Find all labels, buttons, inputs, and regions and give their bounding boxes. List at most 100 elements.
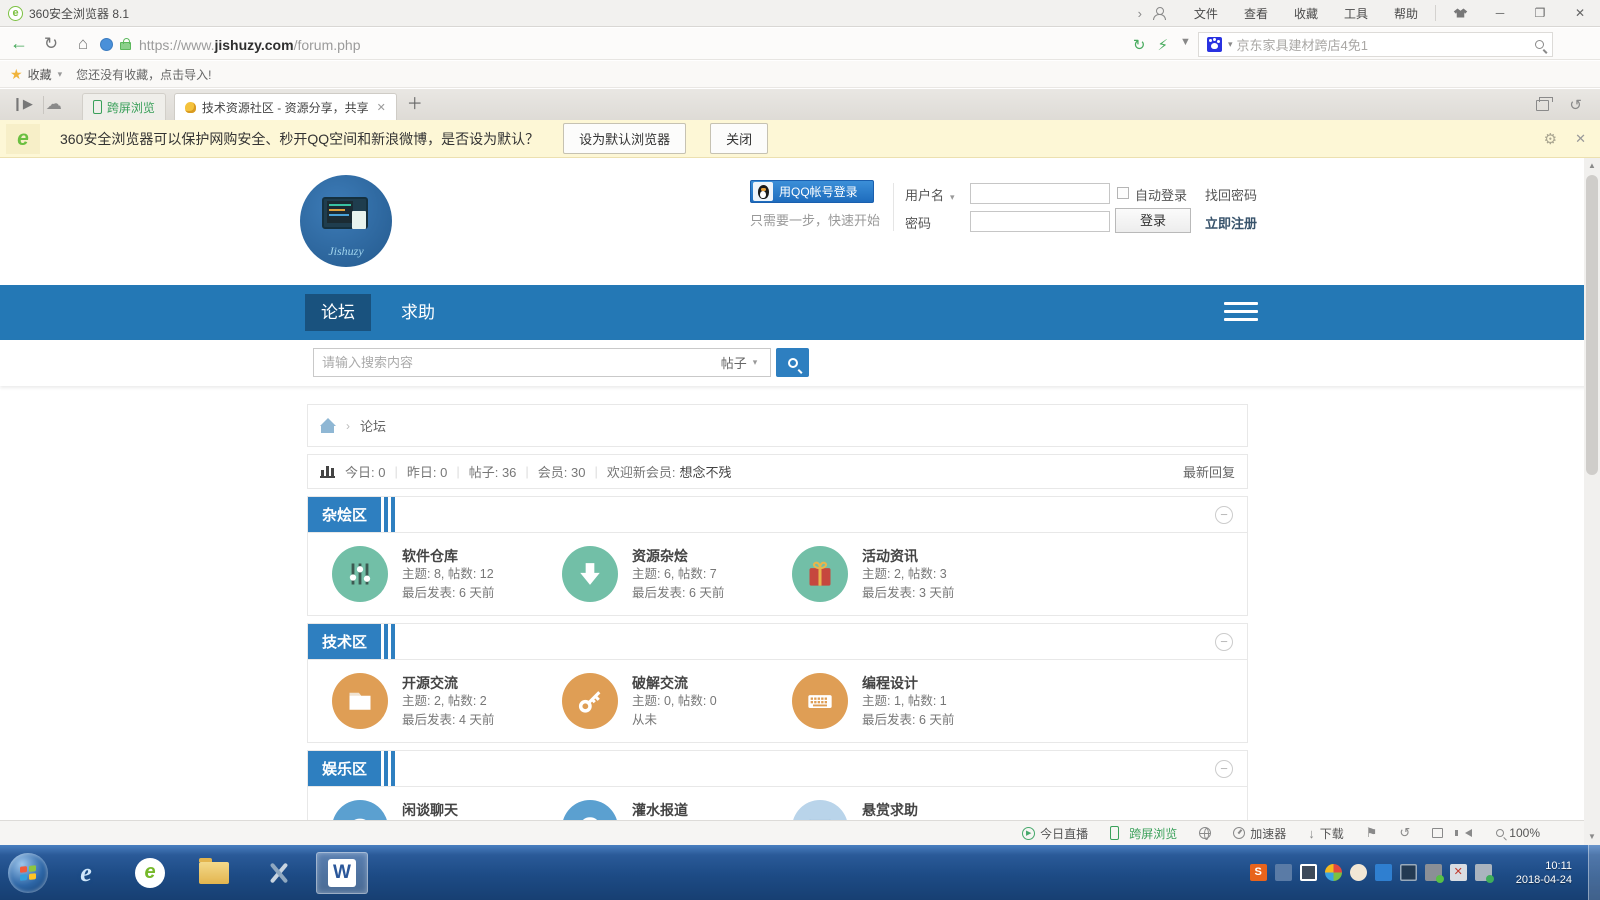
cross-screen-button[interactable]: 跨屏浏览 [1110,825,1177,842]
address-bar[interactable]: https://www.jishuzy.com/forum.php ↻ ⚡ [100,32,1176,57]
user-account-icon[interactable] [1152,7,1165,20]
menu-file[interactable]: 文件 [1181,0,1231,26]
latest-reply-link[interactable]: 最新回复 [1183,462,1235,481]
nav-help[interactable]: 求助 [393,294,443,331]
favorites-label[interactable]: 收藏 [28,66,52,83]
browser-search-box[interactable]: ▾ 京东家具建材跨店4免1 [1198,32,1553,57]
username-field[interactable] [970,183,1110,204]
notification-close-button[interactable]: 关闭 [710,123,768,154]
section-badge[interactable]: 技术区 [308,624,381,659]
forum-cell[interactable]: 开源交流 主题: 2, 帖数: 2 最后发表: 4 天前 [332,673,562,729]
forum-title[interactable]: 悬赏求助 [862,801,918,819]
tab-list-icon[interactable]: ❙▶ [12,96,33,112]
forum-cell[interactable]: 闲谈聊天 [332,800,562,820]
taskbar-ie-button[interactable]: e [60,852,112,894]
section-badge[interactable]: 杂烩区 [308,497,381,532]
forum-search-input[interactable] [313,348,709,377]
sogou-tray-icon[interactable]: S [1250,864,1267,881]
tab-cross-screen[interactable]: 跨屏浏览 [82,93,166,120]
search-scope-select[interactable]: 帖子 ▾ [708,348,771,377]
collapse-section-icon[interactable]: − [1215,760,1233,778]
security-lock-tray-icon[interactable] [1425,864,1442,881]
forum-title[interactable]: 资源杂烩 [632,547,724,565]
window-mode-button[interactable] [1432,828,1443,838]
close-button[interactable]: ✕ [1560,0,1600,26]
hamburger-menu-icon[interactable] [1224,302,1258,322]
accelerator-button[interactable]: 加速器 [1233,825,1286,842]
restore-button[interactable]: ❐ [1520,0,1560,26]
forum-cell[interactable]: 灌水报道 [562,800,792,820]
forum-title[interactable]: 活动资讯 [862,547,954,565]
thunder-tray-icon[interactable] [1375,864,1392,881]
search-engine-dropdown-icon[interactable]: ▾ [1228,39,1233,50]
start-button[interactable] [8,853,48,893]
find-password-link[interactable]: 找回密码 [1205,185,1257,204]
proxy-globe-button[interactable] [1199,827,1211,839]
forum-title[interactable]: 破解交流 [632,674,717,692]
password-field[interactable] [970,211,1110,232]
site-logo[interactable]: Jishuzy [300,175,392,267]
forum-title[interactable]: 灌水报道 [632,801,688,819]
show-desktop-button[interactable] [1588,845,1600,900]
skin-button[interactable] [1440,0,1480,26]
history-button[interactable]: ↺ [1399,825,1410,841]
auto-login-checkbox[interactable] [1117,187,1129,199]
scroll-up-icon[interactable]: ▲ [1584,158,1600,174]
collapse-section-icon[interactable]: − [1215,506,1233,524]
newest-member-link[interactable]: 想念不残 [680,462,732,481]
reopen-closed-tab-icon[interactable]: ↺ [1569,96,1582,114]
menu-help[interactable]: 帮助 [1381,0,1431,26]
taskbar-explorer-button[interactable] [188,852,240,894]
section-badge[interactable]: 娱乐区 [308,751,381,786]
username-type-caret-icon[interactable]: ▾ [950,192,955,202]
taskbar-clock[interactable]: 10:11 2018-04-24 [1516,859,1572,887]
forum-cell[interactable]: 资源杂烩 主题: 6, 帖数: 7 最后发表: 6 天前 [562,546,792,602]
zoom-control[interactable]: 100% [1496,826,1540,840]
set-default-browser-button[interactable]: 设为默认浏览器 [563,123,686,154]
login-button[interactable]: 登录 [1115,208,1191,233]
favorites-star-icon[interactable]: ★ [10,66,23,83]
download-button[interactable]: ↓ 下载 [1308,825,1344,842]
collapse-section-icon[interactable]: − [1215,633,1233,651]
forum-title[interactable]: 闲谈聊天 [402,801,458,819]
url-text[interactable]: https://www.jishuzy.com/forum.php [139,37,361,53]
minimize-button[interactable]: ─ [1480,0,1520,26]
forum-title[interactable]: 编程设计 [862,674,954,692]
muted-speaker-tray-icon[interactable]: ✕ [1450,864,1467,881]
input-method-tray-icon[interactable] [1275,864,1292,881]
network-tray-icon[interactable] [1400,864,1417,881]
page-scrollbar[interactable]: ▲ ▼ [1584,158,1600,845]
assistant-tray-icon[interactable] [1350,864,1367,881]
breadcrumb-forum[interactable]: 论坛 [360,416,386,435]
nav-forum[interactable]: 论坛 [305,294,371,331]
home-icon[interactable]: ⌂ [70,34,96,54]
tab-forum-active[interactable]: 技术资源社区 - 资源分享，共享 ✕ [174,93,397,120]
forum-cell[interactable]: 软件仓库 主题: 8, 帖数: 12 最后发表: 6 天前 [332,546,562,602]
menu-view[interactable]: 查看 [1231,0,1281,26]
gear-icon[interactable]: ⚙ [1544,130,1557,148]
taskbar-tools-button[interactable] [252,852,304,894]
forum-cell[interactable]: 悬赏求助 [792,800,1022,820]
address-dropdown-icon[interactable]: ▼ [1180,36,1191,48]
forum-search-button[interactable] [776,348,809,377]
back-icon[interactable]: ← [6,33,32,54]
menu-favorites[interactable]: 收藏 [1281,0,1331,26]
qq-login-button[interactable]: 用QQ帐号登录 [750,180,874,203]
restore-tabs-icon[interactable] [1536,100,1549,111]
refresh-icon[interactable]: ↻ [38,34,64,54]
sound-button[interactable] [1465,829,1474,837]
favorites-import-hint[interactable]: 您还没有收藏，点击导入! [76,66,211,83]
search-magnifier-icon[interactable] [1535,40,1544,49]
forum-cell[interactable]: 编程设计 主题: 1, 帖数: 1 最后发表: 6 天前 [792,673,1022,729]
photo-app-tray-icon[interactable] [1325,864,1342,881]
forum-title[interactable]: 开源交流 [402,674,494,692]
taskbar-360browser-button[interactable]: e [124,852,176,894]
new-tab-button[interactable]: ＋ [407,90,423,114]
taskbar-word-button[interactable]: W [316,852,368,894]
scrollbar-thumb[interactable] [1586,175,1598,475]
cloud-sync-icon[interactable]: ☁ [46,94,62,114]
favorites-caret-icon[interactable]: ▾ [58,69,63,80]
qr-tool-tray-icon[interactable] [1300,864,1317,881]
notification-dismiss-icon[interactable]: ✕ [1575,131,1586,147]
menu-tools[interactable]: 工具 [1331,0,1381,26]
